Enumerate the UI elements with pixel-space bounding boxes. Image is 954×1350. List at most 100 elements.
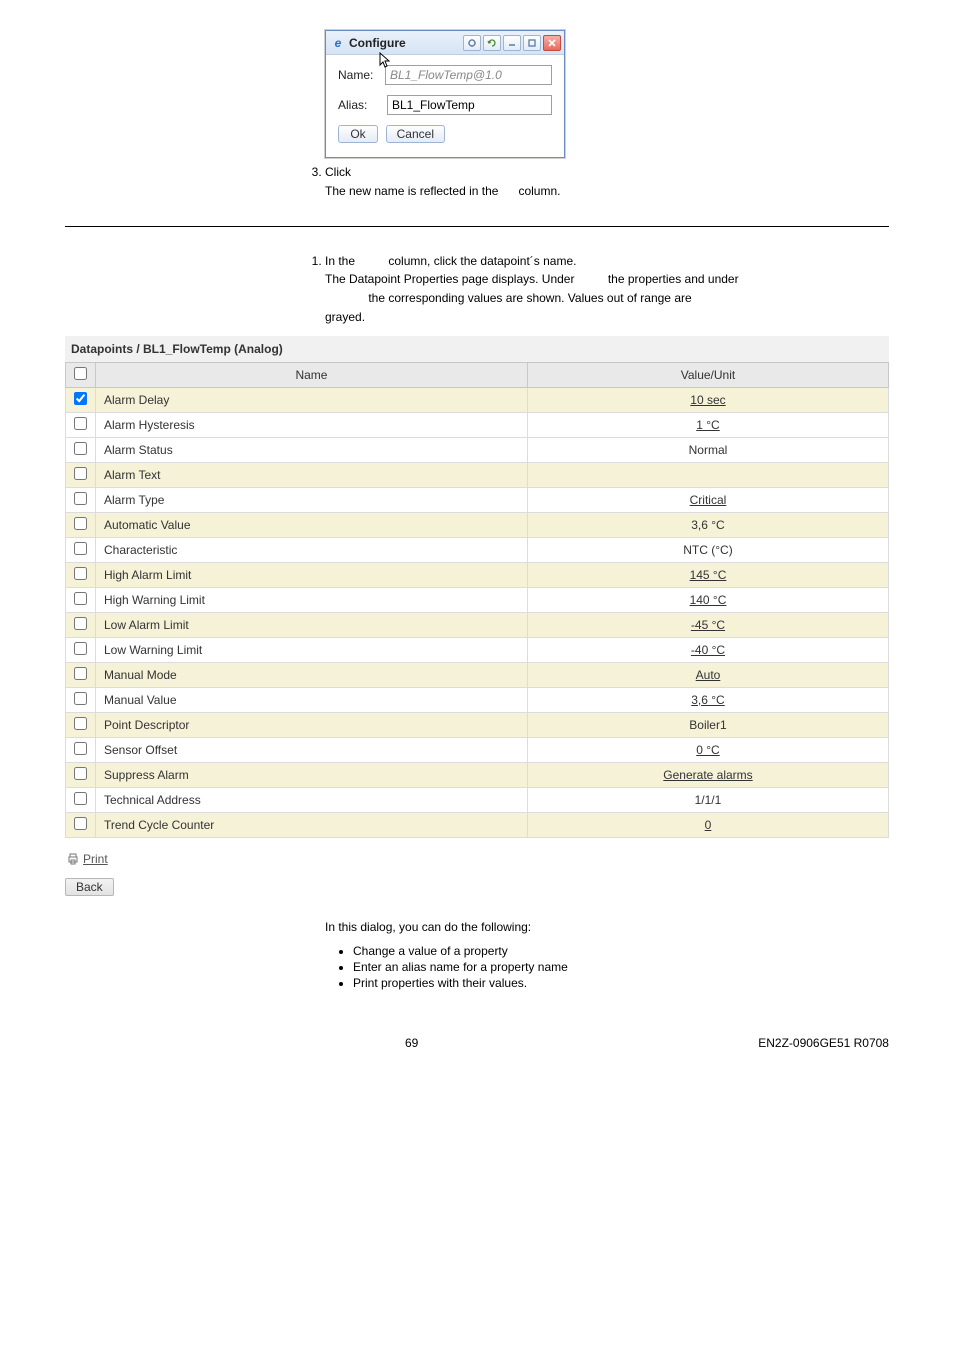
header-name: Name bbox=[96, 362, 528, 387]
ok-button[interactable]: Ok bbox=[338, 125, 378, 143]
value-link[interactable]: Critical bbox=[690, 493, 727, 507]
alias-label: Alias: bbox=[338, 98, 387, 112]
maximize-icon[interactable] bbox=[523, 35, 541, 51]
row-value[interactable]: 140 °C bbox=[527, 587, 888, 612]
value-link[interactable]: 10 sec bbox=[690, 393, 725, 407]
row-checkbox[interactable] bbox=[74, 592, 87, 605]
row-name: Point Descriptor bbox=[96, 712, 528, 737]
row-checkbox[interactable] bbox=[74, 517, 87, 530]
table-row: CharacteristicNTC (°C) bbox=[66, 537, 889, 562]
row-value[interactable]: 3,6 °C bbox=[527, 687, 888, 712]
page-number: 69 bbox=[405, 1036, 418, 1050]
value-link[interactable]: 140 °C bbox=[690, 593, 727, 607]
table-row: Low Warning Limit -40 °C bbox=[66, 637, 889, 662]
datapoints-table: Name Value/Unit Alarm Delay 10 sec Alarm H… bbox=[65, 362, 889, 838]
lower-intro: In this dialog, you can do the following… bbox=[325, 920, 889, 934]
value-link[interactable]: 1 °C bbox=[696, 418, 719, 432]
print-icon bbox=[67, 853, 79, 865]
row-checkbox[interactable] bbox=[74, 492, 87, 505]
value-link[interactable]: -45 °C bbox=[691, 618, 725, 632]
table-row: High Alarm Limit 145 °C bbox=[66, 562, 889, 587]
configure-window: e Configure bbox=[325, 30, 565, 158]
settings-icon[interactable] bbox=[463, 35, 481, 51]
row-checkbox[interactable] bbox=[74, 467, 87, 480]
row-checkbox[interactable] bbox=[74, 542, 87, 555]
row-name: Characteristic bbox=[96, 537, 528, 562]
bullet-2: Enter an alias name for a property name bbox=[353, 960, 889, 974]
row-value[interactable]: -40 °C bbox=[527, 637, 888, 662]
window-title: Configure bbox=[349, 36, 406, 50]
row-value[interactable]: -45 °C bbox=[527, 612, 888, 637]
row-checkbox[interactable] bbox=[74, 567, 87, 580]
back-button[interactable]: Back bbox=[65, 878, 114, 896]
row-name: Alarm Type bbox=[96, 487, 528, 512]
row-name: Alarm Hysteresis bbox=[96, 412, 528, 437]
row-name: Manual Value bbox=[96, 687, 528, 712]
value-link[interactable]: 0 bbox=[705, 818, 712, 832]
value-link[interactable]: 3,6 °C bbox=[691, 693, 724, 707]
cursor-icon bbox=[378, 51, 392, 69]
row-value bbox=[527, 462, 888, 487]
row-checkbox[interactable] bbox=[74, 617, 87, 630]
ie-icon: e bbox=[331, 36, 345, 50]
value-link[interactable]: -40 °C bbox=[691, 643, 725, 657]
table-row: High Warning Limit 140 °C bbox=[66, 587, 889, 612]
row-value[interactable]: Auto bbox=[527, 662, 888, 687]
row-checkbox[interactable] bbox=[74, 792, 87, 805]
cancel-button[interactable]: Cancel bbox=[386, 125, 445, 143]
row-name: Alarm Delay bbox=[96, 387, 528, 412]
row-checkbox[interactable] bbox=[74, 742, 87, 755]
row-checkbox[interactable] bbox=[74, 392, 87, 405]
row-checkbox[interactable] bbox=[74, 442, 87, 455]
table-row: Sensor Offset 0 °C bbox=[66, 737, 889, 762]
alias-field[interactable] bbox=[387, 95, 552, 115]
row-name: Sensor Offset bbox=[96, 737, 528, 762]
row-checkbox[interactable] bbox=[74, 667, 87, 680]
row-name: Low Warning Limit bbox=[96, 637, 528, 662]
row-value: Boiler1 bbox=[527, 712, 888, 737]
doc-code: EN2Z-0906GE51 R0708 bbox=[758, 1036, 889, 1050]
row-value[interactable]: Generate alarms bbox=[527, 762, 888, 787]
bullet-3: Print properties with their values. bbox=[353, 976, 889, 990]
row-checkbox[interactable] bbox=[74, 642, 87, 655]
minimize-icon[interactable] bbox=[503, 35, 521, 51]
refresh-icon[interactable] bbox=[483, 35, 501, 51]
row-name: Low Alarm Limit bbox=[96, 612, 528, 637]
step-1: In the column, click the datapoint´s nam… bbox=[325, 253, 889, 326]
row-name: Technical Address bbox=[96, 787, 528, 812]
close-icon[interactable] bbox=[543, 35, 561, 51]
row-value[interactable]: 0 bbox=[527, 812, 888, 837]
row-checkbox[interactable] bbox=[74, 417, 87, 430]
row-checkbox[interactable] bbox=[74, 767, 87, 780]
row-checkbox[interactable] bbox=[74, 692, 87, 705]
row-name: High Warning Limit bbox=[96, 587, 528, 612]
table-row: Alarm StatusNormal bbox=[66, 437, 889, 462]
table-row: Manual Value 3,6 °C bbox=[66, 687, 889, 712]
row-checkbox[interactable] bbox=[74, 717, 87, 730]
row-value[interactable]: 10 sec bbox=[527, 387, 888, 412]
header-checkbox[interactable] bbox=[66, 362, 96, 387]
datapoints-title: Datapoints / BL1_FlowTemp (Analog) bbox=[65, 336, 889, 362]
row-value: NTC (°C) bbox=[527, 537, 888, 562]
table-row: Trend Cycle Counter0 bbox=[66, 812, 889, 837]
table-row: Low Alarm Limit -45 °C bbox=[66, 612, 889, 637]
table-row: Point DescriptorBoiler1 bbox=[66, 712, 889, 737]
name-label: Name: bbox=[338, 68, 385, 82]
step-3: Click The new name is reflected in the c… bbox=[325, 164, 889, 200]
row-value[interactable]: Critical bbox=[527, 487, 888, 512]
row-value: 3,6 °C bbox=[527, 512, 888, 537]
row-value: Normal bbox=[527, 437, 888, 462]
row-value[interactable]: 145 °C bbox=[527, 562, 888, 587]
row-value[interactable]: 0 °C bbox=[527, 737, 888, 762]
row-value[interactable]: 1 °C bbox=[527, 412, 888, 437]
value-link[interactable]: Auto bbox=[696, 668, 721, 682]
table-row: Alarm Type Critical bbox=[66, 487, 889, 512]
value-link[interactable]: 0 °C bbox=[696, 743, 719, 757]
row-name: Automatic Value bbox=[96, 512, 528, 537]
print-link[interactable]: Print bbox=[67, 852, 108, 866]
value-link[interactable]: 145 °C bbox=[690, 568, 727, 582]
value-link[interactable]: Generate alarms bbox=[663, 768, 752, 782]
header-value: Value/Unit bbox=[527, 362, 888, 387]
row-name: High Alarm Limit bbox=[96, 562, 528, 587]
row-checkbox[interactable] bbox=[74, 817, 87, 830]
